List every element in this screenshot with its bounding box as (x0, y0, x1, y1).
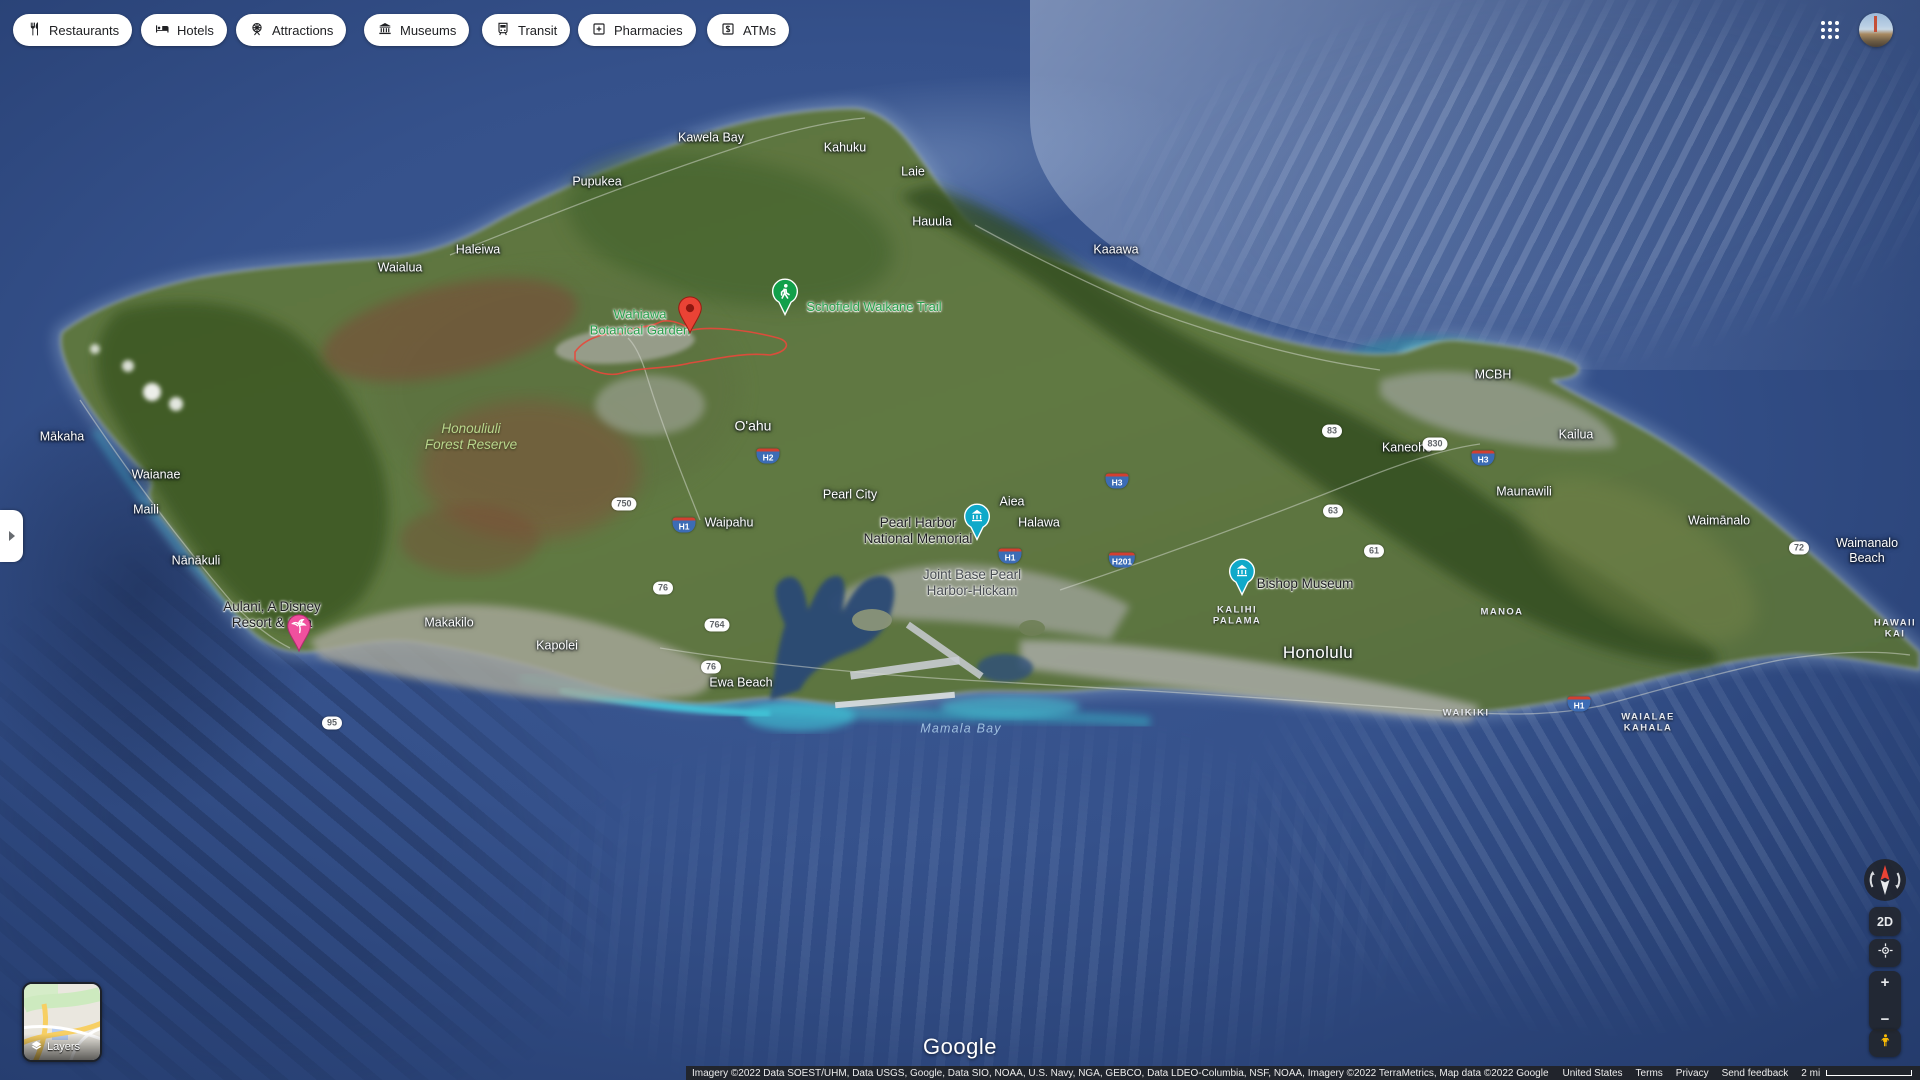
zoom-in-button[interactable]: + (1881, 975, 1890, 990)
neighborhood-label: KALIHI PALAMA (1213, 605, 1261, 628)
region-link[interactable]: United States (1563, 1068, 1623, 1079)
send-feedback-link[interactable]: Send feedback (1722, 1068, 1789, 1079)
neighborhood-label: MANOA (1481, 606, 1524, 617)
town-label[interactable]: Kawela Bay (678, 131, 744, 146)
transit-icon (495, 21, 511, 40)
google-logo: Google (923, 1034, 997, 1060)
chevron-right-icon (9, 531, 15, 541)
category-label: ATMs (743, 23, 776, 38)
category-label: Pharmacies (614, 23, 683, 38)
town-label[interactable]: Waipahu (705, 516, 754, 531)
marker-pearl-harbor-memorial[interactable] (962, 503, 993, 546)
my-location-button[interactable] (1869, 939, 1901, 967)
neighborhood-label: HAWAII KAI (1874, 618, 1916, 641)
park-poi-label[interactable]: Schofield Waikane Trail (806, 299, 941, 315)
museums-icon (377, 21, 393, 40)
town-label[interactable]: Pearl City (823, 488, 877, 503)
category-atms[interactable]: ATMs (707, 14, 789, 46)
town-label[interactable]: Kaneohe (1382, 441, 1432, 456)
town-label[interactable]: Waialua (378, 261, 423, 276)
toggle-2d-button[interactable]: 2D (1869, 907, 1901, 936)
town-label[interactable]: Waimanalo Beach (1836, 536, 1898, 566)
town-label[interactable]: O'ahu (735, 418, 772, 435)
marker-aulani-resort[interactable] (286, 613, 313, 657)
layers-icon (30, 1039, 43, 1055)
town-label[interactable]: MCBH (1475, 368, 1512, 383)
town-label[interactable]: Ewa Beach (709, 676, 772, 691)
category-label: Hotels (177, 23, 214, 38)
layers-label: Layers (47, 1041, 80, 1053)
poi-label[interactable]: Joint Base Pearl Harbor-Hickam (923, 567, 1021, 599)
zoom-out-button[interactable]: − (1881, 1012, 1890, 1027)
town-label[interactable]: Nānākuli (172, 554, 221, 569)
town-label[interactable]: Makakilo (424, 616, 473, 631)
town-label[interactable]: Haleiwa (456, 243, 500, 258)
category-label: Attractions (272, 23, 333, 38)
neighborhood-label: WAIALAE KAHALA (1621, 712, 1675, 735)
town-label[interactable]: Laie (901, 165, 925, 180)
marker-schofield-waikane-trail[interactable] (770, 278, 801, 321)
town-label[interactable]: Maunawili (1496, 485, 1552, 500)
map-attribution: Imagery ©2022 Data SOEST/UHM, Data USGS,… (692, 1068, 1549, 1079)
2d-label: 2D (1877, 915, 1893, 929)
marker-bishop-museum[interactable] (1227, 558, 1258, 601)
atms-icon (720, 21, 736, 40)
category-transit[interactable]: Transit (482, 14, 570, 46)
category-label: Restaurants (49, 23, 119, 38)
park-poi-label[interactable]: Wahiawa Botanical Garden (590, 306, 690, 337)
category-attractions[interactable]: Attractions (236, 14, 346, 46)
forest-reserve-label[interactable]: Honouliuli Forest Reserve (425, 421, 517, 453)
poi-label[interactable]: Pearl Harbor National Memorial (864, 515, 973, 547)
marker-wahiawa-botanical-garden[interactable] (677, 295, 704, 339)
compass-control[interactable] (1863, 858, 1907, 902)
town-label[interactable]: Halawa (1018, 516, 1060, 531)
category-museums[interactable]: Museums (364, 14, 469, 46)
town-label[interactable]: Honolulu (1283, 643, 1353, 663)
account-avatar[interactable] (1859, 13, 1893, 47)
attractions-icon (249, 21, 265, 40)
town-label[interactable]: Kapolei (536, 639, 578, 654)
map-canvas[interactable]: Kawela Bay Kahuku Pupukea Laie Hauula Haleiwa… (0, 0, 1920, 1080)
scale-bar (1826, 1070, 1912, 1076)
scale-label: 2 mi (1801, 1068, 1820, 1079)
town-label[interactable]: Kaaawa (1093, 243, 1138, 258)
category-label: Museums (400, 23, 456, 38)
pharmacies-icon (591, 21, 607, 40)
poi-label[interactable]: Bishop Museum (1257, 576, 1354, 592)
town-label[interactable]: Pupukea (572, 175, 621, 190)
town-label[interactable]: Maili (133, 503, 159, 518)
town-label[interactable]: Mākaha (40, 430, 84, 445)
category-label: Transit (518, 23, 557, 38)
town-label[interactable]: Kahuku (824, 141, 866, 156)
pegman-icon (1878, 1033, 1893, 1053)
restaurants-icon (26, 21, 42, 40)
category-pharmacies[interactable]: Pharmacies (578, 14, 696, 46)
hotels-icon (154, 21, 170, 40)
attribution-bar: Imagery ©2022 Data SOEST/UHM, Data USGS,… (686, 1066, 1920, 1080)
my-location-icon (1877, 942, 1894, 964)
category-hotels[interactable]: Hotels (141, 14, 227, 46)
privacy-link[interactable]: Privacy (1676, 1068, 1709, 1079)
layers-control[interactable]: Layers (22, 982, 102, 1062)
neighborhood-label: WAIKIKI (1443, 707, 1490, 718)
water-label: Mamala Bay (920, 722, 1001, 737)
terms-link[interactable]: Terms (1636, 1068, 1663, 1079)
town-label[interactable]: Aiea (999, 495, 1024, 510)
google-apps-grid-icon[interactable] (1818, 18, 1842, 42)
town-label[interactable]: Hauula (912, 215, 952, 230)
zoom-control[interactable]: + − (1869, 971, 1901, 1031)
street-view-pegman[interactable] (1869, 1029, 1901, 1057)
category-restaurants[interactable]: Restaurants (13, 14, 132, 46)
town-label[interactable]: Kailua (1559, 428, 1594, 443)
side-panel-expand-button[interactable] (0, 510, 23, 562)
town-label[interactable]: Waianae (132, 468, 181, 483)
town-label[interactable]: Waimānalo (1688, 514, 1750, 529)
